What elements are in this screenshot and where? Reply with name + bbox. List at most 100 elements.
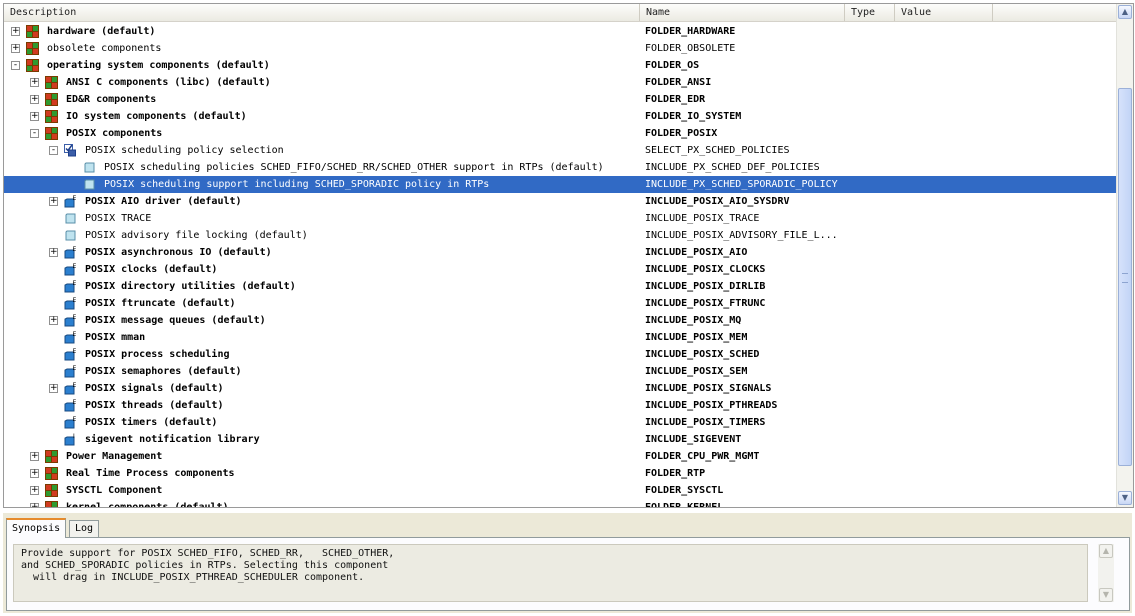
svg-text:E: E: [73, 348, 77, 355]
column-header: Description Name Type Value: [4, 4, 1116, 22]
svg-text:E: E: [73, 280, 77, 287]
tree-row[interactable]: - POSIX scheduling policy selection SELECT…: [4, 142, 1116, 159]
tree-row[interactable]: + Real Time Process components FOLDER_RTP: [4, 465, 1116, 482]
tree-row[interactable]: + Power Management FOLDER_CPU_PWR_MGMT: [4, 448, 1116, 465]
row-name: SELECT_PX_SCHED_POLICIES: [645, 145, 790, 156]
expand-icon[interactable]: +: [30, 112, 39, 121]
tree-row[interactable]: + hardware (default) FOLDER_HARDWARE: [4, 23, 1116, 40]
column-value[interactable]: Value: [895, 4, 993, 21]
tree-row[interactable]: E POSIX semaphores (default) INCLUDE_POSIX…: [4, 363, 1116, 380]
row-description: POSIX message queues (default): [85, 315, 266, 326]
tree-row[interactable]: + ANSI C components (libc) (default) FOLDE…: [4, 74, 1116, 91]
row-description: POSIX scheduling policies SCHED_FIFO/SCH…: [104, 162, 604, 173]
tree-row[interactable]: + E POSIX AIO driver (default) INCLUDE_POSI…: [4, 193, 1116, 210]
row-description: POSIX ftruncate (default): [85, 298, 236, 309]
row-name: FOLDER_EDR: [645, 94, 706, 105]
svg-text:E: E: [73, 195, 77, 202]
scroll-thumb[interactable]: [1118, 88, 1132, 466]
tree-row[interactable]: + obsolete components FOLDER_OBSOLETE: [4, 40, 1116, 57]
tree-row[interactable]: E POSIX ftruncate (default) INCLUDE_POSIX_…: [4, 295, 1116, 312]
collapse-icon[interactable]: -: [11, 61, 20, 70]
row-name: INCLUDE_POSIX_PTHREADS: [645, 400, 778, 411]
synopsis-scroll-up[interactable]: ▲: [1099, 544, 1113, 558]
component-excluded-icon: E: [64, 382, 77, 395]
folder-icon: [45, 110, 58, 123]
expand-icon[interactable]: +: [49, 248, 58, 257]
tree-row[interactable]: + E POSIX message queues (default) INCLUDE_…: [4, 312, 1116, 329]
tree-row[interactable]: E POSIX mman INCLUDE_POSIX_MEM: [4, 329, 1116, 346]
folder-icon: [45, 467, 58, 480]
tree-row[interactable]: POSIX scheduling support including SCHED…: [4, 176, 1116, 193]
expand-icon[interactable]: +: [11, 44, 20, 53]
folder-icon: [45, 484, 58, 497]
row-description: POSIX scheduling support including SCHED…: [104, 179, 490, 190]
row-name: FOLDER_IO_SYSTEM: [645, 111, 742, 122]
vertical-scrollbar[interactable]: ▲ ▼: [1116, 4, 1133, 507]
row-name: FOLDER_OS: [645, 60, 700, 71]
component-excluded-icon: E: [64, 348, 77, 361]
svg-text:E: E: [73, 416, 77, 423]
tree-row[interactable]: POSIX scheduling policies SCHED_FIFO/SCH…: [4, 159, 1116, 176]
collapse-icon[interactable]: -: [49, 146, 58, 155]
tree-row[interactable]: - operating system components (default) FO…: [4, 57, 1116, 74]
expand-icon[interactable]: +: [30, 486, 39, 495]
row-description: POSIX advisory file locking (default): [85, 230, 308, 241]
component-excluded-icon: E: [64, 195, 77, 208]
column-description[interactable]: Description: [4, 4, 640, 21]
row-description: POSIX signals (default): [85, 383, 224, 394]
collapse-icon[interactable]: -: [30, 129, 39, 138]
component-excluded-icon: E: [64, 280, 77, 293]
tree-row[interactable]: E POSIX directory utilities (default) INCL…: [4, 278, 1116, 295]
tree-row[interactable]: + kernel components (default) FOLDER_KERNE…: [4, 499, 1116, 507]
expand-icon[interactable]: +: [30, 95, 39, 104]
folder-icon: [45, 450, 58, 463]
component-excluded-icon: E: [64, 246, 77, 259]
expand-icon[interactable]: +: [49, 384, 58, 393]
row-name: INCLUDE_POSIX_SCHED: [645, 349, 760, 360]
tree-row[interactable]: + SYSCTL Component FOLDER_SYSCTL: [4, 482, 1116, 499]
expand-icon[interactable]: +: [30, 452, 39, 461]
expand-icon[interactable]: +: [30, 469, 39, 478]
component-included-icon: I: [64, 433, 77, 446]
tree-row[interactable]: + E POSIX asynchronous IO (default) INCLUDE…: [4, 244, 1116, 261]
row-name: INCLUDE_POSIX_MQ: [645, 315, 742, 326]
row-name: INCLUDE_POSIX_FTRUNC: [645, 298, 766, 309]
expand-icon[interactable]: +: [11, 27, 20, 36]
expand-icon[interactable]: +: [30, 78, 39, 87]
expand-icon[interactable]: +: [49, 197, 58, 206]
tab-log[interactable]: Log: [69, 520, 100, 538]
row-description: POSIX TRACE: [85, 213, 152, 224]
tree-row[interactable]: E POSIX clocks (default) INCLUDE_POSIX_CLO…: [4, 261, 1116, 278]
expand-icon[interactable]: +: [49, 316, 58, 325]
scroll-down-button[interactable]: ▼: [1118, 491, 1132, 505]
tree-row[interactable]: E POSIX threads (default) INCLUDE_POSIX_PT…: [4, 397, 1116, 414]
row-name: FOLDER_RTP: [645, 468, 706, 479]
synopsis-scrollbar[interactable]: ▲ ▼: [1098, 544, 1114, 602]
row-name: FOLDER_ANSI: [645, 77, 712, 88]
expand-icon[interactable]: +: [30, 503, 39, 507]
column-type[interactable]: Type: [845, 4, 895, 21]
tree-row[interactable]: - POSIX components FOLDER_POSIX: [4, 125, 1116, 142]
tab-synopsis[interactable]: Synopsis: [6, 518, 67, 538]
row-description: POSIX components: [66, 128, 163, 139]
tree-row[interactable]: + E POSIX signals (default) INCLUDE_POSIX_S…: [4, 380, 1116, 397]
component-excluded-icon: E: [64, 314, 77, 327]
row-name: INCLUDE_POSIX_ADVISORY_FILE_L...: [645, 230, 838, 241]
tree-row[interactable]: POSIX TRACE INCLUDE_POSIX_TRACE: [4, 210, 1116, 227]
tree-row[interactable]: + IO system components (default) FOLDER_IO…: [4, 108, 1116, 125]
svg-text:E: E: [73, 331, 77, 338]
tree-row[interactable]: + ED&R components FOLDER_EDR: [4, 91, 1116, 108]
tree-rows: + hardware (default) FOLDER_HARDWARE + obsol…: [4, 23, 1116, 507]
tree-row[interactable]: E POSIX process scheduling INCLUDE_POSIX_S…: [4, 346, 1116, 363]
scroll-up-button[interactable]: ▲: [1118, 5, 1132, 19]
synopsis-scroll-down[interactable]: ▼: [1099, 588, 1113, 602]
row-name: INCLUDE_POSIX_CLOCKS: [645, 264, 766, 275]
folder-icon: [45, 93, 58, 106]
tree-row[interactable]: POSIX advisory file locking (default) INC…: [4, 227, 1116, 244]
row-name: FOLDER_CPU_PWR_MGMT: [645, 451, 760, 462]
tree-row[interactable]: E POSIX timers (default) INCLUDE_POSIX_TIM…: [4, 414, 1116, 431]
column-name[interactable]: Name: [640, 4, 845, 21]
row-description: sigevent notification library: [85, 434, 260, 445]
tree-row[interactable]: Isigevent notification library INCLUDE_SI…: [4, 431, 1116, 448]
row-description: POSIX mman: [85, 332, 146, 343]
